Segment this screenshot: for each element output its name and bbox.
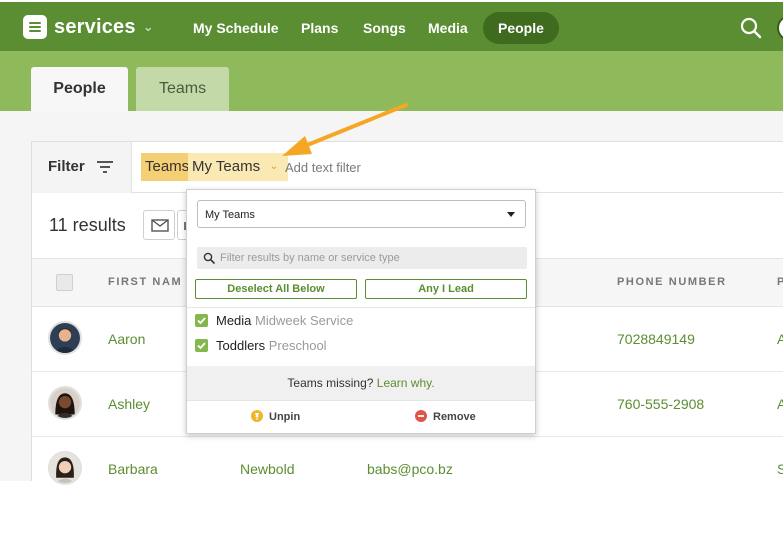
tab-teams[interactable]: Teams <box>136 67 229 111</box>
remove-label: Remove <box>433 411 476 423</box>
phone-cell[interactable]: 760-555-2908 <box>617 396 704 412</box>
first-name-cell[interactable]: Barbara <box>108 461 158 477</box>
teams-filter-dropdown: My Teams Filter results by name or servi… <box>186 189 536 434</box>
select-all-checkbox[interactable] <box>56 274 73 291</box>
column-partial[interactable]: P <box>777 276 783 288</box>
checkbox-checked-icon[interactable] <box>195 314 208 327</box>
services-logo-icon <box>23 15 47 39</box>
first-name-cell[interactable]: Aaron <box>108 331 145 347</box>
any-i-lead-button[interactable]: Any I Lead <box>365 279 527 299</box>
extra-cell[interactable]: A <box>777 331 783 347</box>
service-type-label: Midweek Service <box>255 313 354 328</box>
caret-down-icon <box>507 212 515 217</box>
teams-missing-text: Teams missing? <box>287 376 374 390</box>
nav-media[interactable]: Media <box>428 12 468 44</box>
remove-button[interactable]: Remove <box>415 410 476 426</box>
chevron-down-icon: ⌄ <box>142 19 154 34</box>
app-window: services ⌄ My Schedule Plans Songs Media… <box>0 0 783 537</box>
search-icon <box>203 252 215 264</box>
filter-lines-icon <box>97 161 113 173</box>
remove-icon <box>415 410 427 422</box>
service-type-label: Preschool <box>268 338 327 353</box>
nav-songs[interactable]: Songs <box>363 12 406 44</box>
nav-my-schedule[interactable]: My Schedule <box>193 12 279 44</box>
email-cell[interactable]: babs@pco.bz <box>367 461 453 477</box>
deselect-all-button[interactable]: Deselect All Below <box>195 279 357 299</box>
checkbox-checked-icon[interactable] <box>195 339 208 352</box>
unpin-button[interactable]: Unpin <box>251 410 300 426</box>
team-scope-select[interactable]: My Teams <box>197 200 526 228</box>
divider <box>187 307 535 308</box>
learn-why-link[interactable]: Learn why. <box>377 376 435 390</box>
email-button[interactable] <box>143 210 175 240</box>
dropdown-search-placeholder: Filter results by name or service type <box>220 252 400 264</box>
filter-toggle[interactable]: Filter <box>32 142 132 193</box>
pin-icon <box>251 410 263 422</box>
filter-chip-key[interactable]: Teams <box>141 153 194 181</box>
search-icon[interactable] <box>740 17 762 39</box>
unpin-label: Unpin <box>269 411 301 423</box>
filter-label: Filter <box>48 158 85 175</box>
avatar <box>48 386 82 420</box>
column-phone-number[interactable]: PHONE NUMBER <box>617 276 727 288</box>
column-first-name[interactable]: FIRST NAM <box>108 276 182 288</box>
divider <box>187 400 535 401</box>
avatar <box>48 451 82 485</box>
extra-cell[interactable]: S <box>777 461 783 477</box>
nav-people[interactable]: People <box>483 12 559 44</box>
phone-cell[interactable]: 7028849149 <box>617 331 695 347</box>
first-name-cell[interactable]: Ashley <box>108 396 150 412</box>
teams-missing-notice: Teams missing? Learn why. <box>187 366 535 400</box>
team-scope-select-value: My Teams <box>205 209 255 221</box>
app-name: services <box>54 15 136 38</box>
user-avatar[interactable] <box>777 15 783 41</box>
tab-people[interactable]: People <box>31 67 128 111</box>
filter-chip-value-text: My Teams <box>192 158 261 175</box>
team-option-label: Toddlers Preschool <box>216 338 327 353</box>
avatar <box>48 321 82 355</box>
dropdown-search-input[interactable]: Filter results by name or service type <box>197 247 527 269</box>
extra-cell[interactable]: A <box>777 396 783 412</box>
envelope-icon <box>151 219 169 232</box>
team-option-label: Media Midweek Service <box>216 313 354 328</box>
top-navigation-bar: services ⌄ My Schedule Plans Songs Media… <box>0 2 783 51</box>
nav-plans[interactable]: Plans <box>301 12 338 44</box>
annotation-arrow-icon <box>282 103 408 156</box>
last-name-cell[interactable]: Newbold <box>240 461 294 477</box>
table-row[interactable]: Barbara Newbold babs@pco.bz S <box>31 437 783 485</box>
app-switcher[interactable]: services ⌄ <box>23 15 154 39</box>
results-count: 11 results <box>49 215 126 235</box>
